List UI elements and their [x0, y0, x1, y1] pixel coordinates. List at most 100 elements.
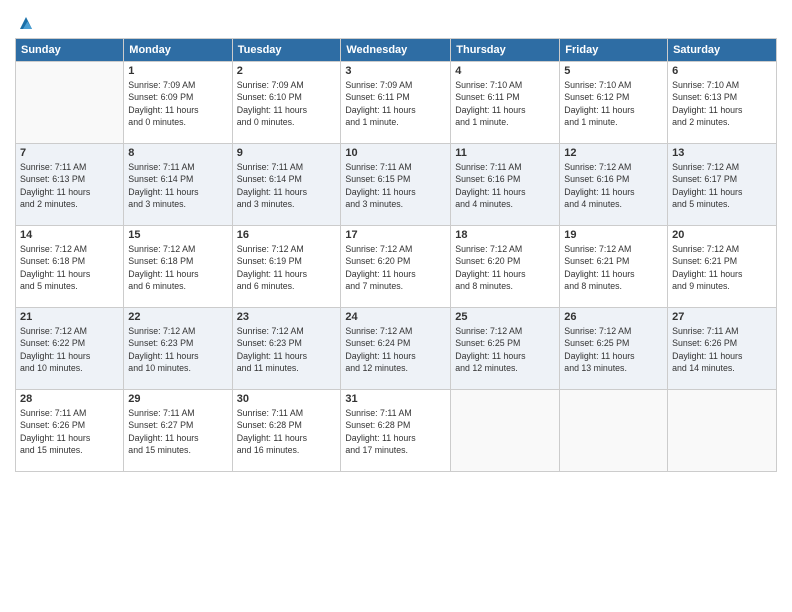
day-number: 17 [345, 229, 446, 241]
calendar-cell: 3Sunrise: 7:09 AM Sunset: 6:11 PM Daylig… [341, 62, 451, 144]
day-info: Sunrise: 7:11 AM Sunset: 6:26 PM Dayligh… [672, 325, 772, 374]
day-info: Sunrise: 7:12 AM Sunset: 6:21 PM Dayligh… [564, 243, 663, 292]
calendar-cell: 16 Sunrise: 7:12 AM Sunset: 6:19 PM Dayli… [232, 226, 341, 308]
calendar-cell: 14Sunrise: 7:12 AM Sunset: 6:18 PM Dayli… [16, 226, 124, 308]
calendar-table: SundayMondayTuesdayWednesdayThursdayFrid… [15, 38, 777, 472]
day-number: 19 [564, 229, 663, 241]
calendar-cell: 15Sunrise: 7:12 AM Sunset: 6:18 PM Dayli… [124, 226, 232, 308]
day-number: 14 [20, 229, 119, 241]
day-info: Sunrise: 7:09 AM Sunset: 6:10 PM Dayligh… [237, 79, 337, 128]
day-number: 3 [345, 65, 446, 77]
header-day-saturday: Saturday [668, 39, 777, 62]
calendar-body: 1 Sunrise: 7:09 AM Sunset: 6:09 PM Daylig… [16, 62, 777, 472]
day-info: Sunrise: 7:10 AM Sunset: 6:12 PM Dayligh… [564, 79, 663, 128]
day-number: 20 [672, 229, 772, 241]
day-info: Sunrise: 7:12 AM Sunset: 6:22 PM Dayligh… [20, 325, 119, 374]
header-day-tuesday: Tuesday [232, 39, 341, 62]
calendar-cell: 13Sunrise: 7:12 AM Sunset: 6:17 PM Dayli… [668, 144, 777, 226]
day-number: 16 [237, 229, 337, 241]
day-number: 2 [237, 65, 337, 77]
day-info: Sunrise: 7:12 AM Sunset: 6:24 PM Dayligh… [345, 325, 446, 374]
calendar-cell: 8 Sunrise: 7:11 AM Sunset: 6:14 PM Daylig… [124, 144, 232, 226]
day-number: 1 [128, 65, 227, 77]
day-info: Sunrise: 7:12 AM Sunset: 6:25 PM Dayligh… [564, 325, 663, 374]
calendar-cell [16, 62, 124, 144]
day-info: Sunrise: 7:10 AM Sunset: 6:11 PM Dayligh… [455, 79, 555, 128]
day-info: Sunrise: 7:12 AM Sunset: 6:16 PM Dayligh… [564, 161, 663, 210]
calendar-cell: 1 Sunrise: 7:09 AM Sunset: 6:09 PM Daylig… [124, 62, 232, 144]
header-day-sunday: Sunday [16, 39, 124, 62]
day-number: 24 [345, 311, 446, 323]
calendar-cell: 19 Sunrise: 7:12 AM Sunset: 6:21 PM Dayli… [560, 226, 668, 308]
calendar-header-row: SundayMondayTuesdayWednesdayThursdayFrid… [16, 39, 777, 62]
calendar-cell: 31Sunrise: 7:11 AM Sunset: 6:28 PM Dayli… [341, 390, 451, 472]
calendar-cell: 12Sunrise: 7:12 AM Sunset: 6:16 PM Dayli… [560, 144, 668, 226]
calendar-cell: 4 Sunrise: 7:10 AM Sunset: 6:11 PM Daylig… [451, 62, 560, 144]
header-day-friday: Friday [560, 39, 668, 62]
calendar-week-row: 7Sunrise: 7:11 AM Sunset: 6:13 PM Daylig… [16, 144, 777, 226]
day-number: 28 [20, 393, 119, 405]
day-info: Sunrise: 7:11 AM Sunset: 6:26 PM Dayligh… [20, 407, 119, 456]
header [15, 10, 777, 32]
day-info: Sunrise: 7:12 AM Sunset: 6:20 PM Dayligh… [345, 243, 446, 292]
calendar-cell: 21 Sunrise: 7:12 AM Sunset: 6:22 PM Dayli… [16, 308, 124, 390]
calendar-cell: 17 Sunrise: 7:12 AM Sunset: 6:20 PM Dayli… [341, 226, 451, 308]
day-number: 26 [564, 311, 663, 323]
page: SundayMondayTuesdayWednesdayThursdayFrid… [0, 0, 792, 612]
day-info: Sunrise: 7:12 AM Sunset: 6:20 PM Dayligh… [455, 243, 555, 292]
day-info: Sunrise: 7:11 AM Sunset: 6:14 PM Dayligh… [237, 161, 337, 210]
calendar-cell: 10 Sunrise: 7:11 AM Sunset: 6:15 PM Dayli… [341, 144, 451, 226]
day-number: 21 [20, 311, 119, 323]
calendar-cell: 28 Sunrise: 7:11 AM Sunset: 6:26 PM Dayli… [16, 390, 124, 472]
day-number: 13 [672, 147, 772, 159]
calendar-cell: 29 Sunrise: 7:11 AM Sunset: 6:27 PM Dayli… [124, 390, 232, 472]
day-number: 27 [672, 311, 772, 323]
calendar-cell [668, 390, 777, 472]
calendar-cell: 7Sunrise: 7:11 AM Sunset: 6:13 PM Daylig… [16, 144, 124, 226]
day-info: Sunrise: 7:12 AM Sunset: 6:18 PM Dayligh… [128, 243, 227, 292]
day-number: 22 [128, 311, 227, 323]
calendar-cell [451, 390, 560, 472]
day-info: Sunrise: 7:11 AM Sunset: 6:28 PM Dayligh… [237, 407, 337, 456]
logo [15, 14, 35, 32]
day-info: Sunrise: 7:11 AM Sunset: 6:27 PM Dayligh… [128, 407, 227, 456]
day-number: 11 [455, 147, 555, 159]
day-number: 6 [672, 65, 772, 77]
day-number: 25 [455, 311, 555, 323]
calendar-cell: 11 Sunrise: 7:11 AM Sunset: 6:16 PM Dayli… [451, 144, 560, 226]
calendar-cell: 22Sunrise: 7:12 AM Sunset: 6:23 PM Dayli… [124, 308, 232, 390]
day-number: 4 [455, 65, 555, 77]
calendar-cell: 5 Sunrise: 7:10 AM Sunset: 6:12 PM Daylig… [560, 62, 668, 144]
day-info: Sunrise: 7:12 AM Sunset: 6:23 PM Dayligh… [237, 325, 337, 374]
day-number: 10 [345, 147, 446, 159]
calendar-cell: 20 Sunrise: 7:12 AM Sunset: 6:21 PM Dayli… [668, 226, 777, 308]
day-number: 29 [128, 393, 227, 405]
day-number: 18 [455, 229, 555, 241]
calendar-cell: 18 Sunrise: 7:12 AM Sunset: 6:20 PM Dayli… [451, 226, 560, 308]
header-day-thursday: Thursday [451, 39, 560, 62]
calendar-cell: 30Sunrise: 7:11 AM Sunset: 6:28 PM Dayli… [232, 390, 341, 472]
calendar-cell: 27 Sunrise: 7:11 AM Sunset: 6:26 PM Dayli… [668, 308, 777, 390]
day-info: Sunrise: 7:12 AM Sunset: 6:25 PM Dayligh… [455, 325, 555, 374]
day-info: Sunrise: 7:10 AM Sunset: 6:13 PM Dayligh… [672, 79, 772, 128]
calendar-cell: 9Sunrise: 7:11 AM Sunset: 6:14 PM Daylig… [232, 144, 341, 226]
day-info: Sunrise: 7:12 AM Sunset: 6:21 PM Dayligh… [672, 243, 772, 292]
day-info: Sunrise: 7:12 AM Sunset: 6:19 PM Dayligh… [237, 243, 337, 292]
header-day-monday: Monday [124, 39, 232, 62]
day-info: Sunrise: 7:11 AM Sunset: 6:15 PM Dayligh… [345, 161, 446, 210]
header-day-wednesday: Wednesday [341, 39, 451, 62]
day-number: 5 [564, 65, 663, 77]
calendar-cell: 26 Sunrise: 7:12 AM Sunset: 6:25 PM Dayli… [560, 308, 668, 390]
day-number: 31 [345, 393, 446, 405]
calendar-cell: 23 Sunrise: 7:12 AM Sunset: 6:23 PM Dayli… [232, 308, 341, 390]
calendar-cell: 25 Sunrise: 7:12 AM Sunset: 6:25 PM Dayli… [451, 308, 560, 390]
day-number: 23 [237, 311, 337, 323]
calendar-cell: 6 Sunrise: 7:10 AM Sunset: 6:13 PM Daylig… [668, 62, 777, 144]
logo-icon [17, 14, 35, 32]
day-info: Sunrise: 7:11 AM Sunset: 6:16 PM Dayligh… [455, 161, 555, 210]
day-info: Sunrise: 7:09 AM Sunset: 6:09 PM Dayligh… [128, 79, 227, 128]
day-number: 8 [128, 147, 227, 159]
day-info: Sunrise: 7:11 AM Sunset: 6:14 PM Dayligh… [128, 161, 227, 210]
calendar-week-row: 21 Sunrise: 7:12 AM Sunset: 6:22 PM Dayli… [16, 308, 777, 390]
calendar-week-row: 14 Sunrise: 7:12 AM Sunset: 6:18 PM Dayli… [16, 226, 777, 308]
